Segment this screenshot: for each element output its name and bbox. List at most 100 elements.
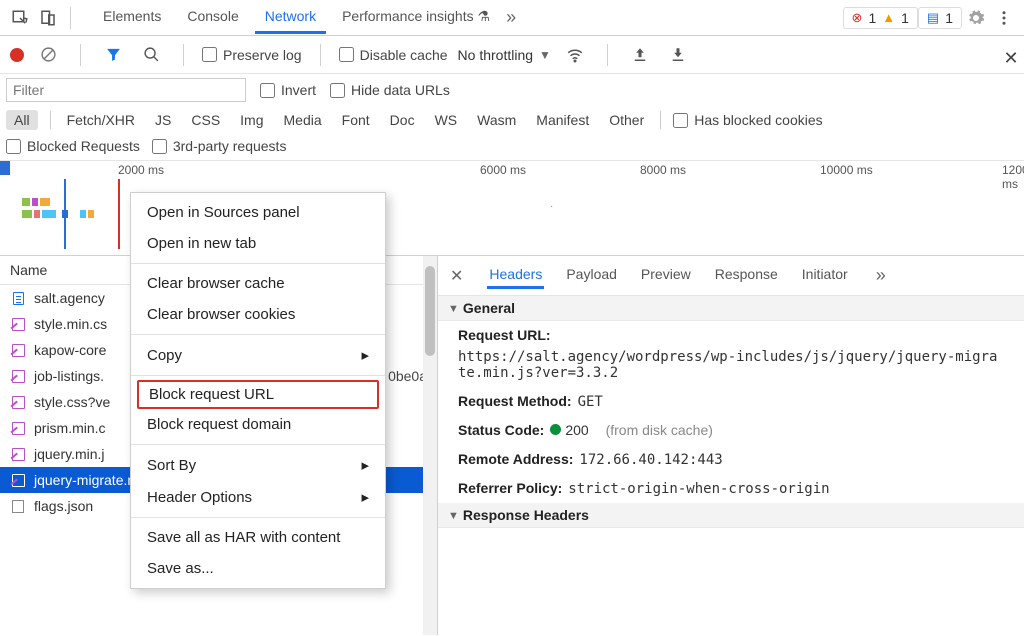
type-ws[interactable]: WS [431,110,462,130]
error-count: 1 [868,10,876,26]
search-icon[interactable] [137,41,165,69]
stylesheet-icon [10,342,26,358]
type-doc[interactable]: Doc [386,110,419,130]
type-wasm[interactable]: Wasm [473,110,520,130]
ctx-save-as[interactable]: Save as... [131,553,385,584]
request-detail-pane: ✕ Headers Payload Preview Response Initi… [438,256,1024,635]
request-name: flags.json [34,498,93,514]
status-dot-icon [550,424,561,435]
chevron-right-icon: ▸ [361,346,369,364]
tab-elements[interactable]: Elements [93,2,171,34]
has-blocked-cookies-checkbox[interactable]: Has blocked cookies [673,112,822,128]
more-tabs-chevron-icon[interactable]: » [500,7,522,28]
record-button[interactable] [10,48,24,62]
status-code-key: Status Code: [458,422,544,438]
blocked-requests-label: Blocked Requests [27,138,140,154]
flask-icon: ⚗ [478,8,491,24]
detail-tab-response[interactable]: Response [713,262,780,289]
settings-gear-icon[interactable] [962,4,990,32]
detail-tab-initiator[interactable]: Initiator [800,262,850,289]
detail-tabs: ✕ Headers Payload Preview Response Initi… [438,256,1024,296]
type-filters: All Fetch/XHR JS CSS Img Media Font Doc … [6,110,1018,130]
invert-label: Invert [281,82,316,98]
preserve-log-checkbox[interactable]: Preserve log [202,47,302,63]
ctx-clear-cache[interactable]: Clear browser cache [131,268,385,299]
type-other[interactable]: Other [605,110,648,130]
thirdparty-checkbox[interactable]: 3rd-party requests [152,138,287,154]
section-response-headers[interactable]: ▼Response Headers [438,503,1024,528]
close-detail-icon[interactable]: ✕ [450,266,467,286]
warning-icon: ▲ [882,10,895,25]
ctx-copy-submenu[interactable]: Copy ▸ [131,339,385,371]
ctx-copy-label: Copy [147,347,182,364]
detail-tab-preview[interactable]: Preview [639,262,693,289]
ctx-block-request-domain[interactable]: Block request domain [131,409,385,440]
ctx-sort-by-submenu[interactable]: Sort By ▸ [131,449,385,481]
hide-data-urls-checkbox[interactable]: Hide data URLs [330,82,450,98]
filter-input[interactable] [6,78,246,102]
ctx-block-request-url[interactable]: Block request URL [137,380,379,409]
ctx-open-sources[interactable]: Open in Sources panel [131,197,385,228]
throttling-dropdown[interactable]: No throttling ▼ [458,47,551,63]
stylesheet-icon [10,420,26,436]
ctx-save-har[interactable]: Save all as HAR with content [131,522,385,553]
close-devtools-icon[interactable]: ✕ [1001,48,1021,68]
filter-bar: Invert Hide data URLs All Fetch/XHR JS C… [0,74,1024,161]
upload-icon[interactable] [626,41,654,69]
type-js[interactable]: JS [151,110,175,130]
request-method-key: Request Method: [458,393,572,409]
file-icon [10,498,26,514]
download-icon[interactable] [664,41,692,69]
type-media[interactable]: Media [280,110,326,130]
ctx-header-options-label: Header Options [147,489,252,506]
status-counts[interactable]: ⊗1 ▲1 [843,7,918,29]
remote-address-value: 172.66.40.142:443 [579,452,722,468]
inspect-icon[interactable] [6,4,34,32]
tab-performance-insights[interactable]: Performance insights ⚗ [332,2,500,34]
tab-performance-insights-label: Performance insights [342,8,474,24]
type-img[interactable]: Img [236,110,267,130]
section-general-label: General [463,300,515,316]
tab-console[interactable]: Console [177,2,248,34]
tab-network[interactable]: Network [255,2,326,34]
chevron-right-icon: ▸ [361,488,369,506]
hide-data-urls-label: Hide data URLs [351,82,450,98]
panel-tabs: Elements Console Network Performance ins… [93,2,500,34]
messages-count: 1 [945,10,953,26]
panel-tabs-bar: Elements Console Network Performance ins… [0,0,1024,36]
wifi-icon[interactable] [561,41,589,69]
ctx-header-options-submenu[interactable]: Header Options ▸ [131,481,385,513]
request-name: salt.agency [34,290,105,306]
referrer-policy-key: Referrer Policy: [458,480,562,496]
filter-funnel-icon[interactable] [99,41,127,69]
stylesheet-icon [10,472,26,488]
type-css[interactable]: CSS [187,110,224,130]
ctx-clear-cookies[interactable]: Clear browser cookies [131,299,385,330]
invert-checkbox[interactable]: Invert [260,82,316,98]
truncated-text: 0be0a [388,368,427,384]
thirdparty-label: 3rd-party requests [173,138,287,154]
section-general[interactable]: ▼General [438,296,1024,321]
request-name: style.min.cs [34,316,107,332]
messages-count-box[interactable]: ▤1 [918,7,962,29]
chevron-right-icon: ▸ [361,456,369,474]
type-all[interactable]: All [6,110,38,130]
disable-cache-checkbox[interactable]: Disable cache [339,47,448,63]
kebab-menu-icon[interactable] [990,4,1018,32]
detail-tab-payload[interactable]: Payload [564,262,619,289]
ctx-sort-by-label: Sort By [147,457,196,474]
clear-log-icon[interactable] [34,41,62,69]
scrollbar[interactable] [423,256,437,635]
more-detail-tabs-chevron-icon[interactable]: » [870,265,892,286]
scrollbar-thumb[interactable] [425,266,435,356]
type-font[interactable]: Font [338,110,374,130]
device-toggle-icon[interactable] [34,4,62,32]
type-fetchxhr[interactable]: Fetch/XHR [63,110,139,130]
type-manifest[interactable]: Manifest [532,110,593,130]
timeline-bars [80,205,96,221]
blocked-requests-checkbox[interactable]: Blocked Requests [6,138,140,154]
stylesheet-icon [10,316,26,332]
detail-tab-headers[interactable]: Headers [487,262,544,289]
chevron-down-icon: ▼ [539,48,551,62]
ctx-open-new-tab[interactable]: Open in new tab [131,228,385,259]
